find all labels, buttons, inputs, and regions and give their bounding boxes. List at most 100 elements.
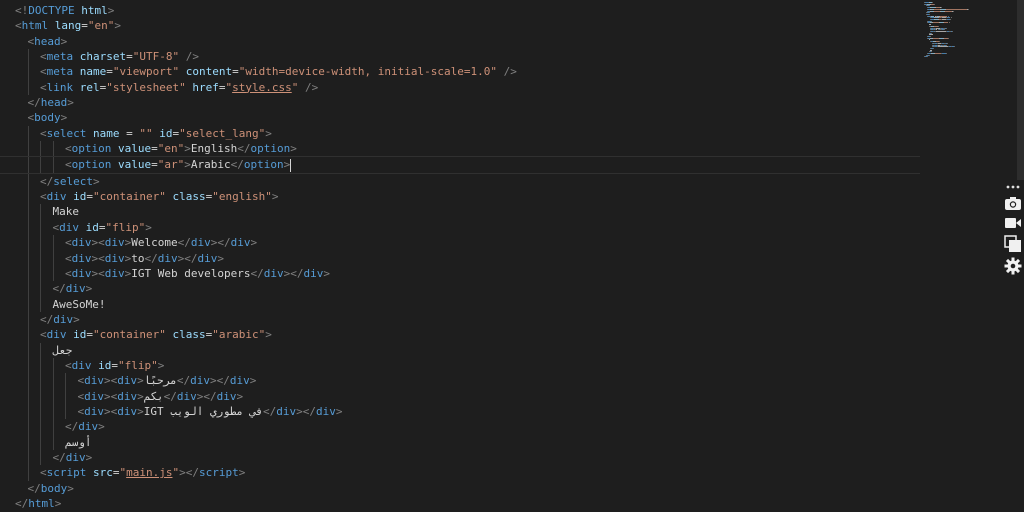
code-token: div — [276, 404, 297, 418]
code-line[interactable]: <body> — [15, 110, 915, 125]
code-token: > — [137, 404, 144, 418]
code-token: meta — [46, 65, 74, 79]
code-token: ></ — [210, 374, 230, 388]
code-line[interactable]: </div> — [15, 311, 915, 328]
code-token: > — [107, 4, 115, 17]
minimap[interactable] — [924, 0, 1004, 512]
code-line[interactable]: أوسم — [15, 434, 915, 450]
code-line-content: <link rel="stylesheet" href="style.css" … — [15, 81, 318, 94]
code-line-content: <body> — [15, 111, 68, 124]
indent-guide — [40, 342, 41, 358]
code-token: English — [190, 142, 238, 156]
indent-guide — [27, 64, 29, 80]
code-line[interactable]: <div id="flip"> — [15, 357, 915, 374]
indent-guide — [27, 311, 29, 328]
code-token: div — [59, 220, 79, 234]
code-token: > — [236, 389, 244, 403]
indent-guide — [52, 250, 54, 266]
code-token: < — [40, 466, 47, 480]
code-token: div — [46, 190, 67, 204]
code-token: div — [104, 266, 125, 280]
video-icon[interactable] — [1004, 214, 1022, 232]
code-token: ></ — [283, 266, 304, 280]
code-token: بكم — [143, 389, 164, 403]
indent-guide — [40, 449, 41, 466]
indent-guide — [52, 157, 54, 173]
indent-guide — [40, 219, 41, 236]
code-line[interactable]: <div><div>مرحبًا</div></div> — [15, 373, 915, 389]
code-token: value — [118, 142, 152, 156]
code-line[interactable]: جعل — [15, 342, 915, 358]
indent-guide — [40, 141, 41, 157]
code-token[interactable]: main.js — [126, 466, 172, 479]
code-token: > — [249, 374, 257, 388]
code-token: div — [78, 420, 99, 434]
code-token: div — [117, 389, 138, 403]
code-line[interactable]: </div> — [15, 449, 915, 466]
code-token: html — [21, 19, 49, 33]
code-line-content: </body> — [15, 482, 74, 495]
code-line[interactable]: <html lang="en"> — [15, 18, 915, 33]
code-line[interactable]: <div><div>Welcome</div></div> — [15, 235, 915, 251]
code-line[interactable]: <!DOCTYPE html> — [15, 3, 915, 18]
code-line-content: <html lang="en"> — [15, 19, 121, 32]
code-line[interactable]: </select> — [15, 173, 915, 190]
code-token: > — [184, 158, 191, 172]
code-line[interactable]: </html> — [15, 496, 915, 511]
scrollbar-thumb[interactable] — [1017, 0, 1024, 180]
code-line[interactable]: <div id="flip"> — [15, 219, 915, 236]
indent-guide — [27, 373, 29, 389]
code-token[interactable]: style.css — [232, 81, 292, 94]
code-area[interactable]: <!DOCTYPE html> <html lang="en"> <head> <me… — [0, 3, 920, 511]
code-line-content: AweSoMe! — [15, 298, 106, 311]
code-token: مرحبًا — [143, 374, 177, 388]
camera-icon[interactable] — [1004, 194, 1022, 212]
code-token: < — [65, 236, 72, 250]
indent-guide — [27, 419, 29, 435]
copy-icon[interactable] — [1004, 235, 1022, 253]
code-line[interactable]: <link rel="stylesheet" href="style.css" … — [15, 79, 915, 96]
code-line-content: <option value="ar">Arabic</option> — [15, 158, 292, 172]
code-line[interactable]: <meta charset="UTF-8" /> — [15, 49, 915, 65]
code-token: > — [157, 358, 165, 372]
minimap-line — [948, 22, 950, 24]
code-line[interactable]: </div> — [15, 281, 915, 297]
code-token: > — [250, 236, 258, 250]
code-line[interactable]: <div><div>to</div></div> — [15, 250, 915, 266]
code-line[interactable]: <option value="en">English</option> — [15, 141, 915, 157]
more-icon[interactable] — [1004, 178, 1022, 189]
indent-guide — [40, 281, 41, 297]
gear-icon[interactable] — [1004, 257, 1022, 275]
code-line[interactable]: </head> — [15, 95, 915, 110]
code-line[interactable]: <script src="main.js"></script> — [15, 465, 915, 481]
minimap-line — [949, 19, 951, 20]
indent-guide — [27, 204, 29, 220]
code-line[interactable]: <div id="container" class="arabic"> — [15, 327, 915, 343]
code-token: > — [93, 174, 100, 188]
code-line[interactable]: </body> — [15, 481, 915, 496]
indent-guide — [27, 434, 29, 450]
code-editor[interactable]: <!DOCTYPE html> <html lang="en"> <head> <me… — [0, 0, 1024, 512]
code-token: div — [229, 374, 250, 388]
code-token: < — [65, 266, 72, 280]
code-line[interactable]: <div><div>بكم</div></div> — [15, 388, 915, 404]
code-line[interactable]: </div> — [15, 419, 915, 435]
code-line[interactable]: <select name = "" id="select_lang"> — [15, 125, 915, 142]
code-line[interactable]: <div><div>IGT في مطوري الويب</div></div> — [15, 403, 915, 420]
code-line[interactable]: <div><div>IGT Web developers</div></div> — [15, 265, 915, 282]
code-line[interactable]: Make — [15, 204, 915, 220]
minimap-line — [932, 47, 934, 49]
code-line[interactable]: <head> — [15, 34, 915, 49]
code-line[interactable]: <meta name="viewport" content="width=dev… — [15, 64, 915, 80]
code-line[interactable]: AweSoMe! — [15, 296, 915, 312]
code-token: name — [79, 65, 107, 79]
code-line[interactable]: <div id="container" class="english"> — [15, 189, 915, 205]
code-line[interactable]: <option value="ar">Arabic</option> — [0, 156, 920, 174]
code-token: name — [93, 126, 120, 140]
minimap-line — [933, 3, 935, 5]
code-token: </ — [237, 142, 251, 156]
code-line-content: <option value="en">English</option> — [15, 142, 297, 155]
